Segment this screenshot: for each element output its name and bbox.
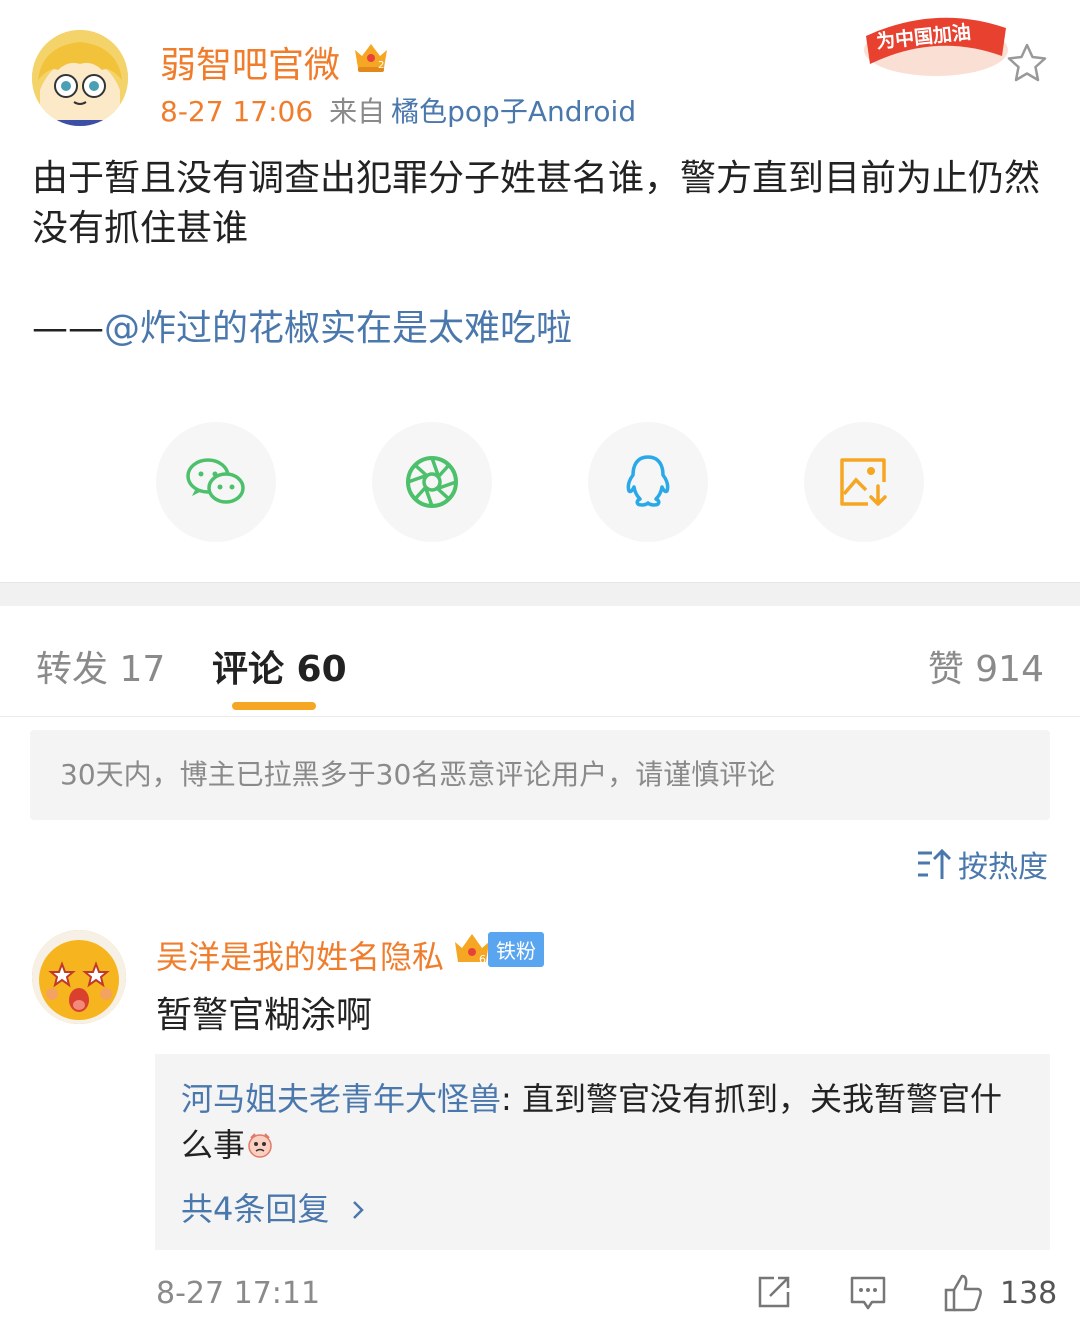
post-credit: ——@炸过的花椒实在是太难吃啦 <box>32 304 572 354</box>
tab-repost[interactable]: 转发 17 <box>36 640 165 692</box>
post-time: 8-27 17:06 <box>160 95 314 128</box>
post-text: 由于暂且没有调查出犯罪分子姓甚名谁，警方直到目前为止仍然没有抓住甚谁 <box>32 158 1041 249</box>
commenter-name[interactable]: 吴洋是我的姓名隐私 <box>156 932 444 978</box>
promo-badge[interactable]: 为中国加油 <box>856 6 1016 82</box>
reply-preview[interactable]: 河马姐夫老青年大怪兽: 直到警官没有抓到，关我暂警官什么事 共4条回复 <box>155 1054 1050 1250</box>
like-comment-button[interactable] <box>942 1272 984 1318</box>
qq-icon <box>626 455 670 507</box>
credit-dash: —— <box>32 308 104 349</box>
post-meta: 8-27 17:06 来自 橘色pop子Android <box>160 90 636 130</box>
active-tab-indicator <box>232 702 316 710</box>
svg-text:2: 2 <box>378 60 384 71</box>
share-qq-button[interactable] <box>588 422 708 542</box>
repost-comment-button[interactable] <box>754 1272 794 1316</box>
vip-crown-icon: 2 <box>352 40 390 74</box>
favorite-star-icon[interactable] <box>1004 40 1050 86</box>
tab-separator <box>0 716 1080 717</box>
svg-text:6: 6 <box>479 953 486 966</box>
tab-likes[interactable]: 赞 914 <box>928 640 1044 692</box>
share-icon <box>758 1276 790 1308</box>
share-moments-button[interactable] <box>372 422 492 542</box>
save-image-button[interactable] <box>804 422 924 542</box>
reply-preview-text: 河马姐夫老青年大怪兽: 直到警官没有抓到，关我暂警官什么事 <box>181 1076 1026 1168</box>
more-replies-label: 共4条回复 <box>181 1190 330 1228</box>
share-wechat-button[interactable] <box>156 422 276 542</box>
commenter-avatar[interactable] <box>32 930 126 1024</box>
comment-icon <box>850 1276 886 1310</box>
tab-comments[interactable]: 评论 60 <box>212 640 347 692</box>
author-avatar[interactable] <box>32 30 128 126</box>
post-header: 弱智吧官微 2 8-27 17:06 来自 橘色pop子Android 为中国加油 <box>0 0 1080 140</box>
author-name[interactable]: 弱智吧官微 <box>160 36 340 88</box>
save-image-icon <box>840 458 887 506</box>
sort-by-hot-button[interactable]: 按热度 <box>916 842 1048 886</box>
like-count: 138 <box>1000 1276 1058 1311</box>
thumbs-up-icon <box>944 1274 982 1312</box>
post-source[interactable]: 橘色pop子Android <box>391 95 636 128</box>
source-prefix: 来自 <box>329 95 386 128</box>
credit-mention[interactable]: @炸过的花椒实在是太难吃啦 <box>104 308 572 349</box>
reply-user[interactable]: 河马姐夫老青年大怪兽 <box>181 1080 501 1118</box>
fan-badge: 铁粉 <box>488 931 544 967</box>
emoji-icon <box>248 1133 272 1158</box>
comment-time: 8-27 17:11 <box>156 1276 321 1311</box>
sort-label: 按热度 <box>958 850 1048 885</box>
reply-comment-button[interactable] <box>848 1272 888 1316</box>
chevron-right-icon <box>352 1201 364 1219</box>
vip-crown-icon: 6 <box>455 934 489 966</box>
section-divider <box>0 582 1080 606</box>
commenter-badges: 6 铁粉 <box>452 928 544 970</box>
wechat-icon <box>186 458 245 504</box>
more-replies-link[interactable]: 共4条回复 <box>181 1184 370 1230</box>
comment-notice: 30天内，博主已拉黑多于30名恶意评论用户，请谨慎评论 <box>30 730 1050 820</box>
comment-text: 暂警官糊涂啊 <box>156 995 373 1036</box>
moments-icon <box>406 456 458 508</box>
sort-icon <box>918 848 952 879</box>
